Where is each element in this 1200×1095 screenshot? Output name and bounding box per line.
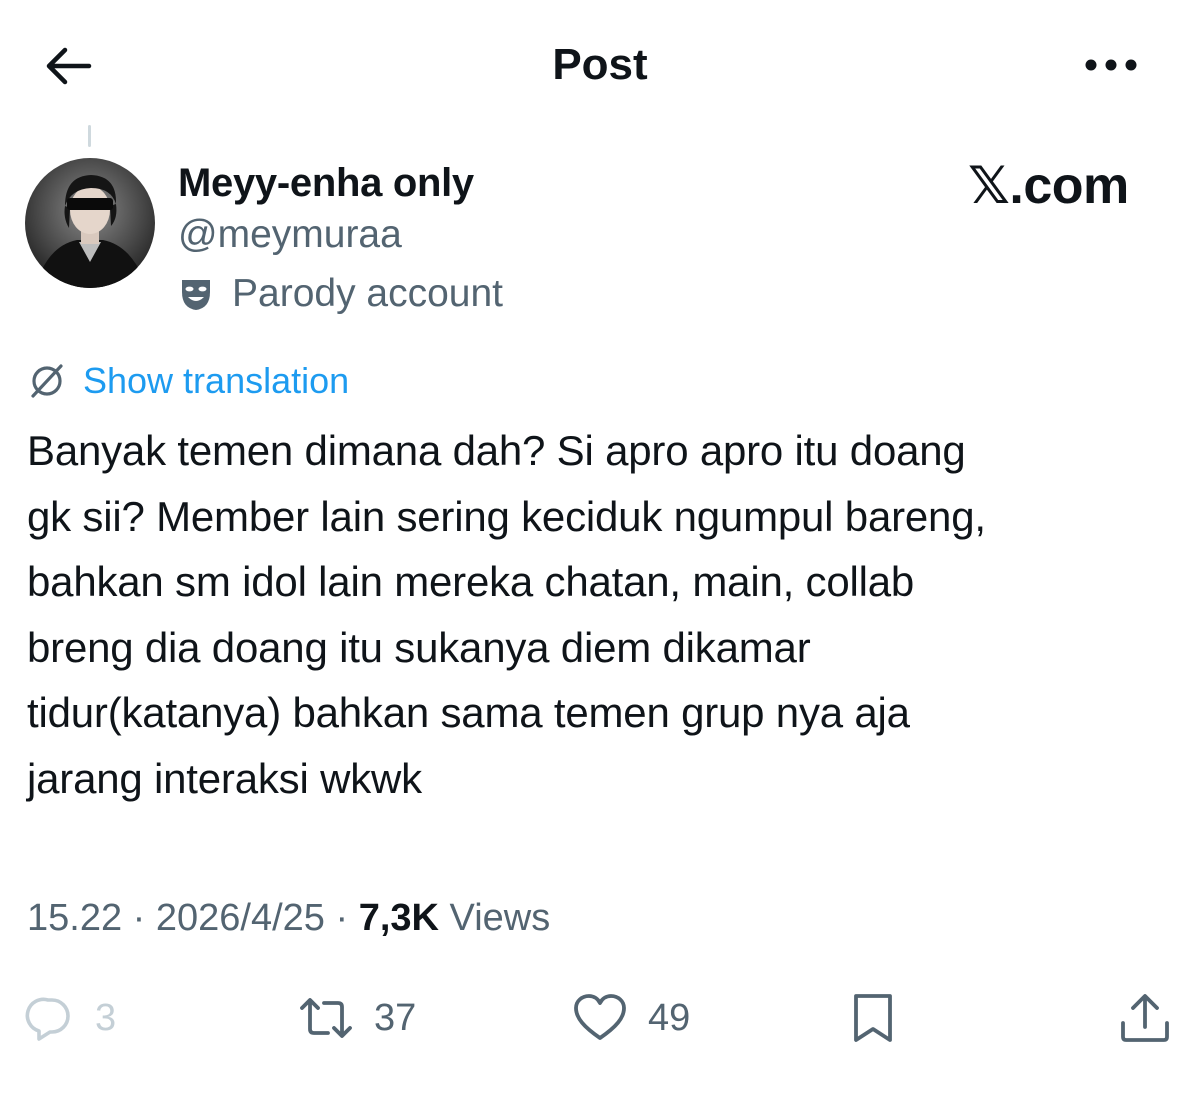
retweet-count: 37: [374, 997, 417, 1039]
bookmark-icon: [854, 994, 892, 1042]
share-button[interactable]: [1117, 988, 1173, 1048]
thread-connector-line: [88, 125, 91, 147]
show-translation-label: Show translation: [83, 360, 350, 401]
parody-account-label: Parody account: [178, 270, 503, 318]
bookmark-button[interactable]: [848, 988, 898, 1048]
views-label: Views: [439, 897, 551, 939]
meta-separator: ·: [324, 897, 359, 939]
post-date[interactable]: 2026/4/25: [156, 897, 325, 939]
views-count: 7,3K: [358, 897, 439, 939]
globe-icon: [31, 364, 63, 398]
post-text: Banyak temen dimana dah? Si apro apro it…: [27, 427, 986, 802]
speech-bubble-icon: [25, 997, 70, 1041]
avatar[interactable]: [25, 158, 155, 288]
author-display-name[interactable]: Meyy-enha only: [178, 160, 474, 206]
like-button[interactable]: 49: [572, 988, 690, 1048]
post-time[interactable]: 15.22: [27, 897, 122, 939]
reply-count: 3: [95, 997, 117, 1039]
x-brand-watermark: 𝕏.com: [968, 157, 1129, 215]
retweet-icon: [300, 998, 352, 1038]
parody-label-text: Parody account: [232, 272, 504, 315]
retweet-button[interactable]: 37: [298, 988, 416, 1048]
heart-icon: [574, 994, 626, 1040]
reply-button[interactable]: 3: [25, 988, 116, 1048]
theater-mask-icon: [182, 280, 210, 310]
author-handle[interactable]: @meymuraa: [178, 212, 402, 258]
meta-separator: ·: [122, 897, 156, 939]
show-translation-link[interactable]: Show translation: [27, 358, 349, 404]
post-meta: 15.22 · 2026/4/25 · 7,3K Views: [27, 893, 550, 943]
more-options-button[interactable]: [1076, 40, 1146, 90]
more-dots-icon: [1085, 59, 1137, 71]
page-title: Post: [552, 40, 648, 89]
share-icon: [1121, 994, 1169, 1042]
like-count: 49: [648, 997, 691, 1039]
